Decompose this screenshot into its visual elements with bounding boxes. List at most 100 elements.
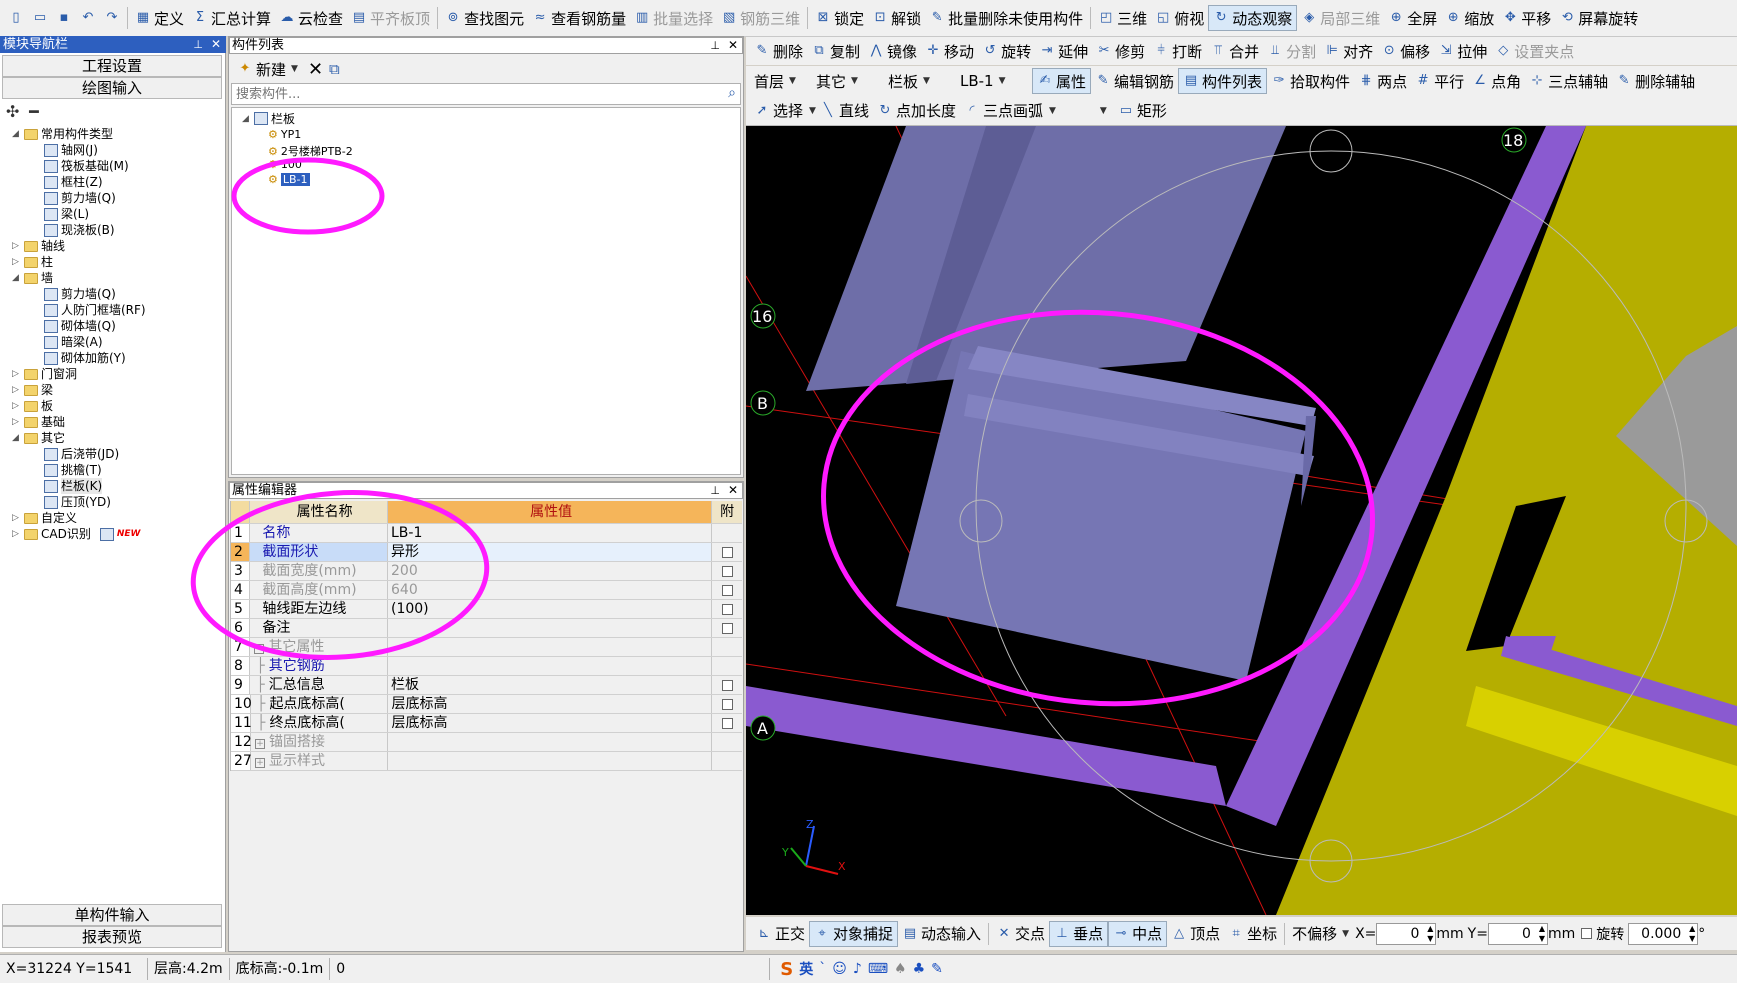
tree-item[interactable]: 挑檐(T) (44, 462, 102, 478)
merge-button[interactable]: ⫪ 合并 (1206, 38, 1263, 64)
rebar-3d-button[interactable]: ▧ 钢筋三维 (717, 5, 804, 31)
align-button[interactable]: ⊫ 对齐 (1320, 38, 1377, 64)
x-offset-input[interactable]: 0 ▲ ▼ (1376, 922, 1437, 945)
ime-language[interactable]: 英 (799, 959, 813, 979)
tree-item[interactable]: 后浇带(JD) (44, 446, 119, 462)
skin-icon[interactable]: ♠ (894, 961, 907, 977)
cursor-button[interactable]: ➚ 选择 (750, 98, 807, 124)
tree-item[interactable]: 暗梁(A) (44, 334, 103, 350)
single-component-input-button[interactable]: 单构件输入 (2, 904, 222, 926)
expand-toggle-icon[interactable]: ▷ (12, 414, 21, 430)
expand-toggle-icon[interactable]: ◢ (12, 430, 21, 446)
rectangle-button[interactable]: ▭ 矩形 (1114, 98, 1171, 124)
cloud-check-button[interactable]: ☁ 云检查 (275, 5, 347, 31)
ortho-button[interactable]: ⊾ 正交 (752, 921, 809, 947)
pin-icon[interactable]: ⊥ (710, 38, 720, 53)
delete-button[interactable]: ✎ 删除 (750, 38, 807, 64)
mirror-button[interactable]: ⋀ 镜像 (864, 38, 921, 64)
tree-item[interactable]: 压顶(YD) (44, 494, 111, 510)
edit-rebar-button[interactable]: ✎ 编辑钢筋 (1091, 68, 1178, 94)
parallel-button[interactable]: # 平行 (1411, 68, 1468, 94)
tree-item[interactable]: ▷ 板 (12, 398, 53, 414)
unlock-button[interactable]: ⊡ 解锁 (868, 5, 925, 31)
punctuation-icon[interactable]: ˋ (819, 961, 826, 977)
rotate-screen-button[interactable]: ⟲ 屏幕旋转 (1555, 5, 1642, 31)
open-folder-button[interactable]: ▭ (28, 5, 52, 31)
property-row[interactable]: 1 名称 LB-1 (231, 524, 742, 543)
property-row[interactable]: 2 截面形状 异形 (231, 543, 742, 562)
spinner-icon[interactable]: ▲ ▼ (1689, 924, 1695, 944)
top-view-button[interactable]: ◱ 俯视 (1151, 5, 1208, 31)
intersect-button[interactable]: ✕ 交点 (992, 921, 1049, 947)
line-button[interactable]: ╲ 直线 (816, 98, 873, 124)
pick-button[interactable]: ✑ 拾取构件 (1267, 68, 1354, 94)
property-value[interactable] (388, 752, 713, 770)
property-row[interactable]: 4 截面高度(mm) 640 (231, 581, 742, 600)
property-value[interactable] (388, 657, 713, 675)
expand-all-icon[interactable]: ✣ (6, 102, 19, 121)
component-list-item[interactable]: ⚙ 100 (268, 158, 302, 171)
delete-aux-button[interactable]: ✎ 删除辅轴 (1612, 68, 1699, 94)
tree-item[interactable]: 砌体墙(Q) (44, 318, 116, 334)
page-button[interactable]: ▯ (4, 5, 28, 31)
expand-toggle-icon[interactable]: ▷ (12, 398, 21, 414)
tree-item[interactable]: 筏板基础(M) (44, 158, 129, 174)
tree-item[interactable]: ◢ 常用构件类型 (12, 126, 113, 142)
attach-cell[interactable] (712, 581, 742, 599)
property-value[interactable] (388, 638, 713, 656)
property-value[interactable] (388, 733, 713, 751)
copy-icon[interactable]: ⧉ (329, 60, 340, 78)
tree-item[interactable]: ▷ CAD识别 NEW (12, 526, 140, 542)
tree-item[interactable]: 梁(L) (44, 206, 89, 222)
attach-checkbox[interactable] (721, 546, 733, 558)
attach-checkbox[interactable] (721, 603, 733, 615)
two-point-button[interactable]: ⋕ 两点 (1354, 68, 1411, 94)
tree-item[interactable]: 砌体加筋(Y) (44, 350, 126, 366)
tree-item[interactable]: 剪力墙(Q) (44, 286, 116, 302)
tree-item[interactable]: ▷ 梁 (12, 382, 53, 398)
vertex-button[interactable]: △ 顶点 (1167, 921, 1224, 947)
list-button[interactable]: ▤ 构件列表 (1178, 68, 1268, 94)
close-icon[interactable]: ✕ (728, 38, 738, 53)
property-button[interactable]: ✍ 属性 (1032, 68, 1092, 94)
property-value[interactable]: 640 (388, 581, 713, 599)
pan-button[interactable]: ✥ 平移 (1498, 5, 1555, 31)
table-button[interactable]: ▦ 定义 (131, 5, 188, 31)
rotate-checkbox[interactable] (1581, 928, 1593, 939)
3d-viewport[interactable]: 18 16 B A Z X Y (746, 126, 1737, 915)
sigma-button[interactable]: Σ 汇总计算 (188, 5, 275, 31)
close-icon[interactable]: ✕ (728, 483, 738, 498)
local-3d-button[interactable]: ◈ 局部三维 (1297, 5, 1384, 31)
spinner-icon[interactable]: ▲ ▼ (1427, 924, 1433, 944)
tree-item[interactable]: ▷ 自定义 (12, 510, 77, 526)
attach-cell[interactable] (712, 543, 742, 561)
3d-scene[interactable]: 18 16 B A Z X Y (746, 126, 1737, 915)
stretch-button[interactable]: ⇲ 拉伸 (1434, 38, 1491, 64)
property-value[interactable]: 层底标高 (388, 695, 713, 713)
tree-item[interactable]: ▷ 基础 (12, 414, 65, 430)
attach-cell[interactable] (712, 695, 742, 713)
offset-mode-select[interactable]: 不偏移 ▼ (1288, 921, 1353, 947)
property-value[interactable]: (100) (388, 600, 713, 618)
drawing-input-button[interactable]: 绘图输入 (2, 77, 222, 99)
undo-button[interactable]: ↶ (76, 5, 100, 31)
arc-button[interactable]: ◜ 三点画弧 (960, 98, 1047, 124)
attach-cell[interactable] (712, 600, 742, 618)
binoculars-button[interactable]: ⊚ 查找图元 (441, 5, 528, 31)
property-value[interactable]: 200 (388, 562, 713, 580)
microphone-icon[interactable]: ♪ (853, 961, 862, 977)
three-point-aux-button[interactable]: ⊹ 三点辅轴 (1525, 68, 1612, 94)
expand-toggle-icon[interactable]: ▷ (12, 238, 21, 254)
property-row[interactable]: 12 + 锚固搭接 (231, 733, 742, 752)
property-value[interactable]: 异形 (388, 543, 713, 561)
pin-icon[interactable]: ⊥ (193, 37, 203, 52)
coordinate-button[interactable]: ⌗ 坐标 (1224, 921, 1281, 947)
attach-checkbox[interactable] (721, 622, 733, 634)
point-length-button[interactable]: ↻ 点加长度 (873, 98, 960, 124)
cube-button[interactable]: ◰ 三维 (1094, 5, 1151, 31)
dynamic-input-button[interactable]: ▤ 动态输入 (898, 921, 985, 947)
report-preview-button[interactable]: 报表预览 (2, 926, 222, 948)
project-settings-button[interactable]: 工程设置 (2, 55, 222, 77)
spinner-icon[interactable]: ▲ ▼ (1539, 924, 1545, 944)
search-input[interactable] (232, 84, 702, 104)
